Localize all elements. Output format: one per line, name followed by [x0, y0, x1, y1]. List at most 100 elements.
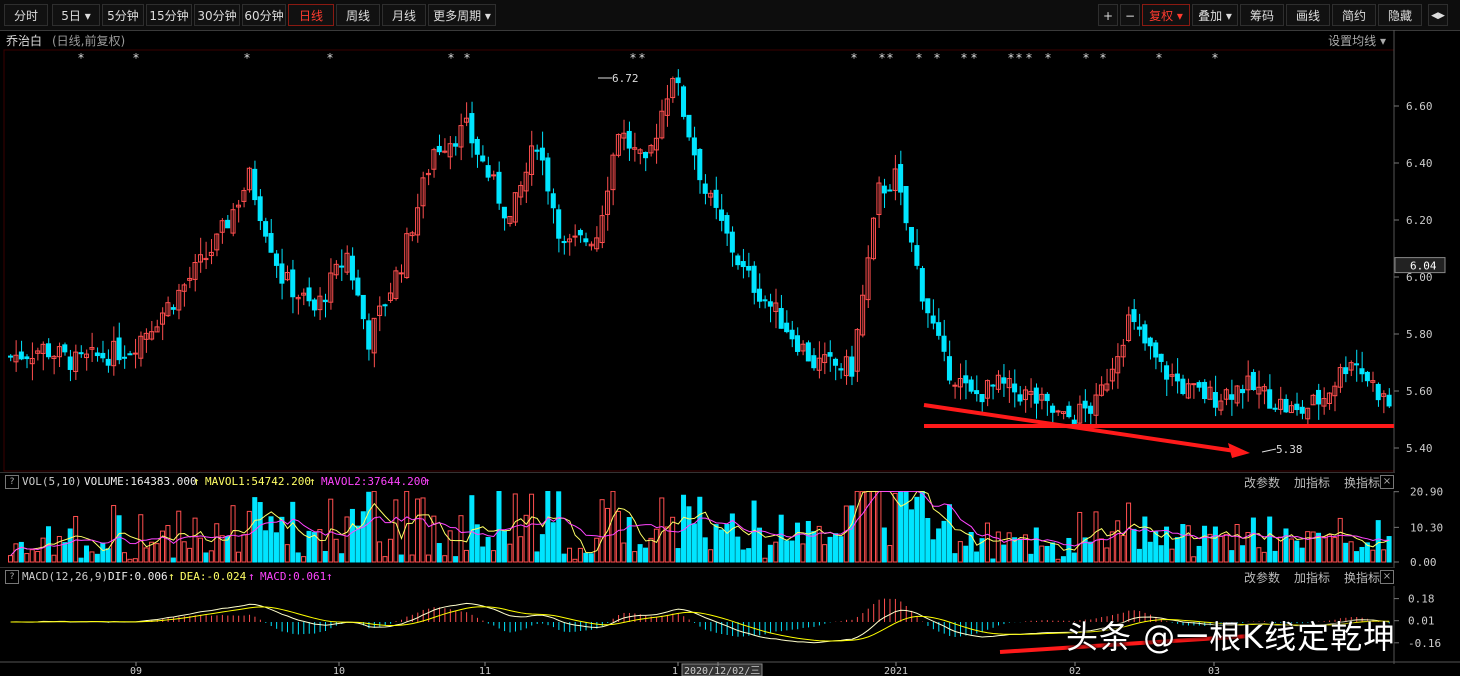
volume-bar	[1006, 532, 1012, 563]
volume-bar	[349, 508, 355, 563]
volume-bar	[1136, 548, 1142, 563]
volume-bar	[990, 558, 996, 563]
candle-body	[491, 174, 497, 177]
volume-bar	[40, 537, 46, 563]
candle-body	[1180, 378, 1186, 395]
volume-bar	[1196, 545, 1202, 563]
volume-bar	[713, 524, 719, 563]
event-star-marker: *	[133, 51, 139, 65]
volume-bar	[1142, 516, 1148, 563]
event-star-marker: *	[971, 51, 977, 65]
volume-bar	[1120, 535, 1126, 563]
macd-switch-indicator-link[interactable]: 换指标	[1344, 571, 1380, 585]
help-icon[interactable]: ?	[5, 475, 19, 489]
macd-panel-links: 改参数 加指标 换指标	[1244, 569, 1394, 586]
volume-bar	[507, 543, 513, 563]
volume-bar	[637, 544, 643, 563]
volume-bar	[463, 549, 469, 563]
candle-body	[881, 185, 887, 194]
candle-body	[1071, 419, 1077, 424]
candle-body	[908, 226, 914, 243]
candle-body	[1147, 337, 1153, 347]
candle-body	[290, 269, 296, 298]
volume-bar	[800, 543, 806, 563]
vol-tick-label: 0.00	[1410, 556, 1437, 569]
volume-bar	[805, 520, 811, 563]
candle-body	[1299, 406, 1305, 414]
candle-body	[225, 219, 231, 229]
volume-bar	[870, 490, 876, 563]
volume-bar	[963, 545, 969, 563]
current-price-label: 6.04	[1410, 260, 1437, 273]
close-icon[interactable]: ×	[1380, 475, 1394, 489]
candle-body	[339, 265, 345, 268]
volume-bar	[1240, 545, 1246, 563]
candle-body	[453, 143, 459, 147]
candle-body	[762, 299, 768, 302]
volume-bar	[1256, 547, 1262, 563]
volume-bar	[35, 550, 41, 563]
volume-bar	[458, 515, 464, 563]
candle-body	[990, 384, 996, 387]
volume-bar	[930, 539, 936, 563]
candle-body	[898, 164, 904, 193]
volume-bar	[181, 541, 187, 563]
watermark-text: 头条 @一根K线定乾坤	[1066, 618, 1397, 656]
candle-body	[132, 352, 138, 355]
candle-body	[974, 390, 980, 395]
date-axis-label: 2021	[884, 666, 908, 676]
candle-body	[827, 352, 833, 357]
candle-body	[539, 147, 545, 161]
volume-bar	[328, 498, 334, 563]
volume-bar	[702, 537, 708, 563]
volume-bar	[843, 505, 849, 563]
volume-bar	[62, 542, 68, 563]
volume-bar	[94, 553, 100, 563]
close-icon[interactable]: ×	[1380, 570, 1394, 584]
candle-body	[767, 301, 773, 307]
candle-body	[941, 335, 947, 352]
macd-edit-params-link[interactable]: 改参数	[1244, 571, 1280, 585]
candle-body	[789, 329, 795, 340]
up-arrow-icon: ↑	[248, 570, 255, 583]
volume-bar	[1288, 538, 1294, 563]
help-icon[interactable]: ?	[5, 570, 19, 584]
price-tick-label: 6.40	[1406, 157, 1433, 170]
vol-edit-params-link[interactable]: 改参数	[1244, 476, 1280, 490]
volume-bar	[1104, 547, 1110, 563]
date-axis-label: 10	[333, 666, 345, 676]
candle-body	[170, 307, 176, 310]
volume-bar	[360, 511, 366, 563]
vol-label: VOL(5,10)	[22, 475, 82, 488]
vol-switch-indicator-link[interactable]: 换指标	[1344, 476, 1380, 490]
volume-bar	[273, 532, 279, 563]
volume-bar	[621, 542, 627, 563]
volume-bar	[1223, 534, 1229, 563]
candle-body	[1142, 324, 1148, 344]
volume-bar	[322, 550, 328, 563]
volume-bar	[984, 522, 990, 563]
candle-body	[1212, 392, 1218, 408]
volume-bar	[876, 490, 882, 563]
candle-body	[936, 322, 942, 336]
volume-bar	[89, 551, 95, 563]
candle-body	[94, 352, 100, 357]
candle-body	[887, 189, 893, 192]
volume-bar	[746, 548, 752, 563]
candle-body	[349, 255, 355, 281]
candle-body	[556, 209, 562, 239]
price-tick-label: 5.80	[1406, 328, 1433, 341]
candle-body	[681, 86, 687, 117]
candle-body	[398, 272, 404, 275]
candle-body	[24, 356, 30, 360]
macd-add-indicator-link[interactable]: 加指标	[1294, 571, 1330, 585]
volume-bar	[366, 491, 372, 563]
candle-body	[1359, 368, 1365, 375]
volume-bar	[111, 505, 117, 563]
volume-bar	[214, 523, 220, 563]
vol-add-indicator-link[interactable]: 加指标	[1294, 476, 1330, 490]
event-star-marker: *	[1156, 51, 1162, 65]
volume-bar	[1017, 539, 1023, 563]
volume-bar	[1202, 525, 1208, 563]
candle-body	[919, 268, 925, 302]
